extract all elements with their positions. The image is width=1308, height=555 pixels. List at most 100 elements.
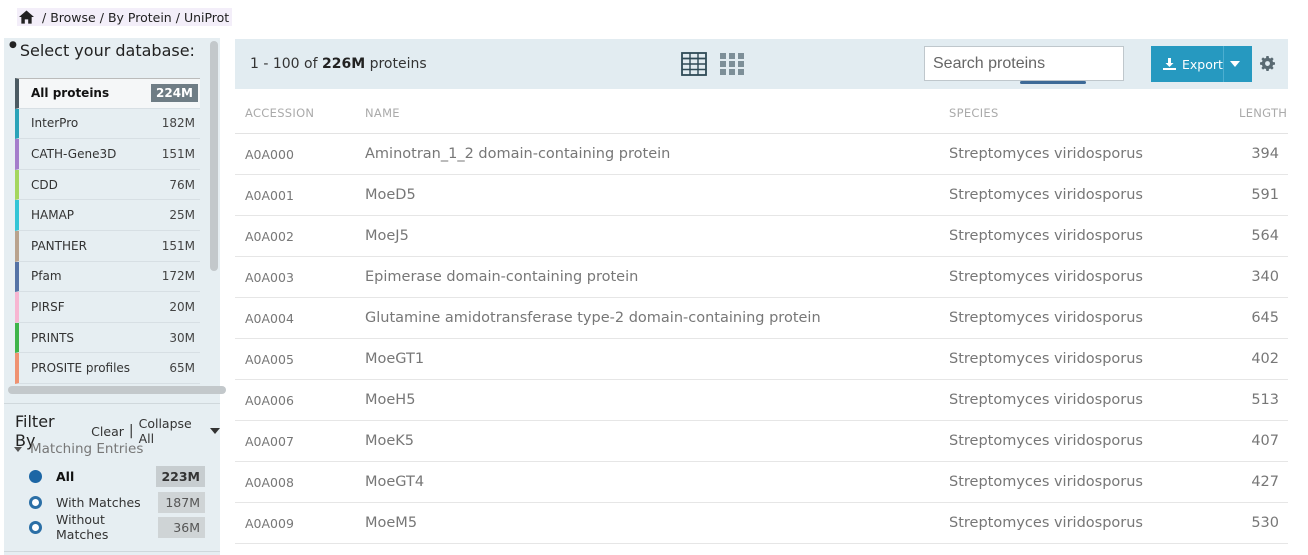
breadcrumb-browse[interactable]: Browse bbox=[50, 10, 96, 25]
database-item-count: 25M bbox=[169, 208, 195, 223]
name-cell[interactable]: MoeJ5 bbox=[354, 228, 939, 244]
database-item-cath-gene3d[interactable]: CATH-Gene3D 151M bbox=[15, 139, 200, 170]
table-row[interactable]: A0A007 MoeK5 Streptomyces viridosporus 407 bbox=[235, 421, 1288, 462]
database-item-count: 182M bbox=[161, 116, 195, 131]
accession-cell[interactable]: A0A004 bbox=[235, 311, 354, 326]
length-cell: 645 bbox=[1251, 310, 1279, 326]
length-cell: 402 bbox=[1251, 351, 1279, 367]
table-row[interactable]: A0A000 Aminotran_1_2 domain-containing pr… bbox=[235, 134, 1288, 175]
species-cell[interactable]: Streptomyces viridosporus bbox=[939, 351, 1239, 367]
database-item-cdd[interactable]: CDD 76M bbox=[15, 169, 200, 201]
accession-cell[interactable]: A0A005 bbox=[235, 352, 354, 367]
chevron-down-icon[interactable] bbox=[210, 428, 220, 434]
filter-option-label: With Matches bbox=[56, 494, 141, 510]
matching-entries-toggle[interactable]: Matching Entries bbox=[14, 441, 143, 457]
filter-option-all[interactable]: All 223M bbox=[29, 465, 205, 487]
column-header-accession[interactable]: Accession bbox=[235, 106, 354, 120]
length-cell: 427 bbox=[1251, 474, 1279, 490]
radio-icon[interactable] bbox=[29, 495, 42, 509]
results-count: 1 - 100 of 226M proteins bbox=[250, 56, 427, 72]
results-toolbar: 1 - 100 of 226M proteins Export bbox=[235, 39, 1288, 89]
accession-cell[interactable]: A0A001 bbox=[235, 188, 354, 203]
database-list-vertical-scrollbar[interactable] bbox=[210, 41, 218, 271]
filter-option-without-matches[interactable]: Without Matches 36M bbox=[29, 512, 205, 542]
length-cell: 394 bbox=[1251, 146, 1279, 162]
database-item-label: CATH-Gene3D bbox=[31, 146, 117, 161]
name-cell[interactable]: Glutamine amidotransferase type-2 domain… bbox=[354, 310, 939, 326]
clear-filters-button[interactable]: Clear bbox=[91, 424, 124, 439]
database-list: All proteins 224M InterPro 182M CATH-Gene3D 1… bbox=[15, 78, 200, 385]
accession-cell[interactable]: A0A006 bbox=[235, 393, 354, 408]
accession-cell[interactable]: A0A008 bbox=[235, 475, 354, 490]
database-item-count: 30M bbox=[169, 330, 195, 345]
species-cell[interactable]: Streptomyces viridosporus bbox=[939, 310, 1239, 326]
database-item-pirsf[interactable]: PIRSF 20M bbox=[15, 292, 200, 323]
database-item-prints[interactable]: PRINTS 30M bbox=[15, 322, 200, 354]
export-button[interactable]: Export bbox=[1151, 46, 1252, 82]
table-row[interactable]: A0A001 MoeD5 Streptomyces viridosporus 591 bbox=[235, 175, 1288, 216]
accession-cell[interactable]: A0A002 bbox=[235, 229, 354, 244]
database-item-interpro[interactable]: InterPro 182M bbox=[15, 108, 200, 140]
species-cell[interactable]: Streptomyces viridosporus bbox=[939, 146, 1239, 162]
filter-option-with-matches[interactable]: With Matches 187M bbox=[29, 491, 205, 513]
database-item-all-proteins[interactable]: All proteins 224M bbox=[15, 78, 200, 109]
accession-cell[interactable]: A0A007 bbox=[235, 434, 354, 449]
database-item-panther[interactable]: PANTHER 151M bbox=[15, 230, 200, 262]
collapse-all-button[interactable]: Collapse All bbox=[139, 416, 205, 446]
table-row[interactable]: A0A002 MoeJ5 Streptomyces viridosporus 564 bbox=[235, 216, 1288, 257]
left-panel: ● Select your database: All proteins 224M… bbox=[4, 38, 226, 555]
name-cell[interactable]: MoeM5 bbox=[354, 515, 939, 531]
table-row[interactable]: A0A009 MoeM5 Streptomyces viridosporus 530 bbox=[235, 503, 1288, 544]
breadcrumb-uniprot[interactable]: UniProt bbox=[184, 10, 229, 25]
radio-icon[interactable] bbox=[29, 469, 42, 483]
name-cell[interactable]: MoeH5 bbox=[354, 392, 939, 408]
species-cell[interactable]: Streptomyces viridosporus bbox=[939, 392, 1239, 408]
length-cell: 407 bbox=[1251, 433, 1279, 449]
name-cell[interactable]: Epimerase domain-containing protein bbox=[354, 269, 939, 285]
column-header-length[interactable]: Length bbox=[1239, 106, 1288, 120]
radio-icon[interactable] bbox=[29, 520, 42, 534]
name-cell[interactable]: MoeD5 bbox=[354, 187, 939, 203]
column-header-name[interactable]: Name bbox=[354, 106, 939, 120]
species-cell[interactable]: Streptomyces viridosporus bbox=[939, 228, 1239, 244]
chevron-down-icon[interactable] bbox=[1230, 61, 1240, 67]
table-row[interactable]: A0A003 Epimerase domain-containing protei… bbox=[235, 257, 1288, 298]
database-item-hamap[interactable]: HAMAP 25M bbox=[15, 200, 200, 231]
gear-icon[interactable] bbox=[1260, 56, 1275, 71]
search-input[interactable] bbox=[924, 46, 1124, 81]
name-cell[interactable]: MoeGT1 bbox=[354, 351, 939, 367]
species-cell[interactable]: Streptomyces viridosporus bbox=[939, 269, 1239, 285]
species-cell[interactable]: Streptomyces viridosporus bbox=[939, 433, 1239, 449]
table-row[interactable]: A0A005 MoeGT1 Streptomyces viridosporus 402 bbox=[235, 339, 1288, 380]
database-item-prosite-profiles[interactable]: PROSITE profiles 65M bbox=[15, 353, 200, 384]
database-item-count: 76M bbox=[169, 177, 195, 192]
database-item-label: CDD bbox=[31, 177, 58, 192]
breadcrumb-by-protein[interactable]: By Protein bbox=[108, 10, 172, 25]
database-item-count: 172M bbox=[161, 269, 195, 284]
table-row[interactable]: A0A006 MoeH5 Streptomyces viridosporus 513 bbox=[235, 380, 1288, 421]
database-item-label: All proteins bbox=[31, 86, 110, 101]
species-cell[interactable]: Streptomyces viridosporus bbox=[939, 474, 1239, 490]
accession-cell[interactable]: A0A003 bbox=[235, 270, 354, 285]
table-row[interactable]: A0A004 Glutamine amidotransferase type-2 … bbox=[235, 298, 1288, 339]
name-cell[interactable]: Aminotran_1_2 domain-containing protein bbox=[354, 146, 939, 162]
database-list-horizontal-scrollbar[interactable] bbox=[8, 386, 226, 394]
database-item-pfam[interactable]: Pfam 172M bbox=[15, 261, 200, 293]
database-selector-label: Select your database: bbox=[19, 41, 195, 60]
species-cell[interactable]: Streptomyces viridosporus bbox=[939, 515, 1239, 531]
table-body: A0A000 Aminotran_1_2 domain-containing pr… bbox=[235, 134, 1288, 544]
column-header-species[interactable]: Species bbox=[939, 106, 1239, 120]
database-selector-title: ● Select your database: bbox=[9, 40, 195, 60]
database-item-label: InterPro bbox=[31, 116, 79, 131]
info-icon[interactable]: ● bbox=[9, 40, 17, 50]
name-cell[interactable]: MoeK5 bbox=[354, 433, 939, 449]
species-cell[interactable]: Streptomyces viridosporus bbox=[939, 187, 1239, 203]
accession-cell[interactable]: A0A009 bbox=[235, 516, 354, 531]
grid-view-icon[interactable] bbox=[719, 52, 745, 76]
table-row[interactable]: A0A008 MoeGT4 Streptomyces viridosporus 427 bbox=[235, 462, 1288, 503]
filter-option-label: Without Matches bbox=[56, 512, 109, 542]
accession-cell[interactable]: A0A000 bbox=[235, 147, 354, 162]
name-cell[interactable]: MoeGT4 bbox=[354, 474, 939, 490]
home-icon[interactable] bbox=[19, 10, 34, 24]
table-view-icon[interactable] bbox=[681, 52, 707, 76]
